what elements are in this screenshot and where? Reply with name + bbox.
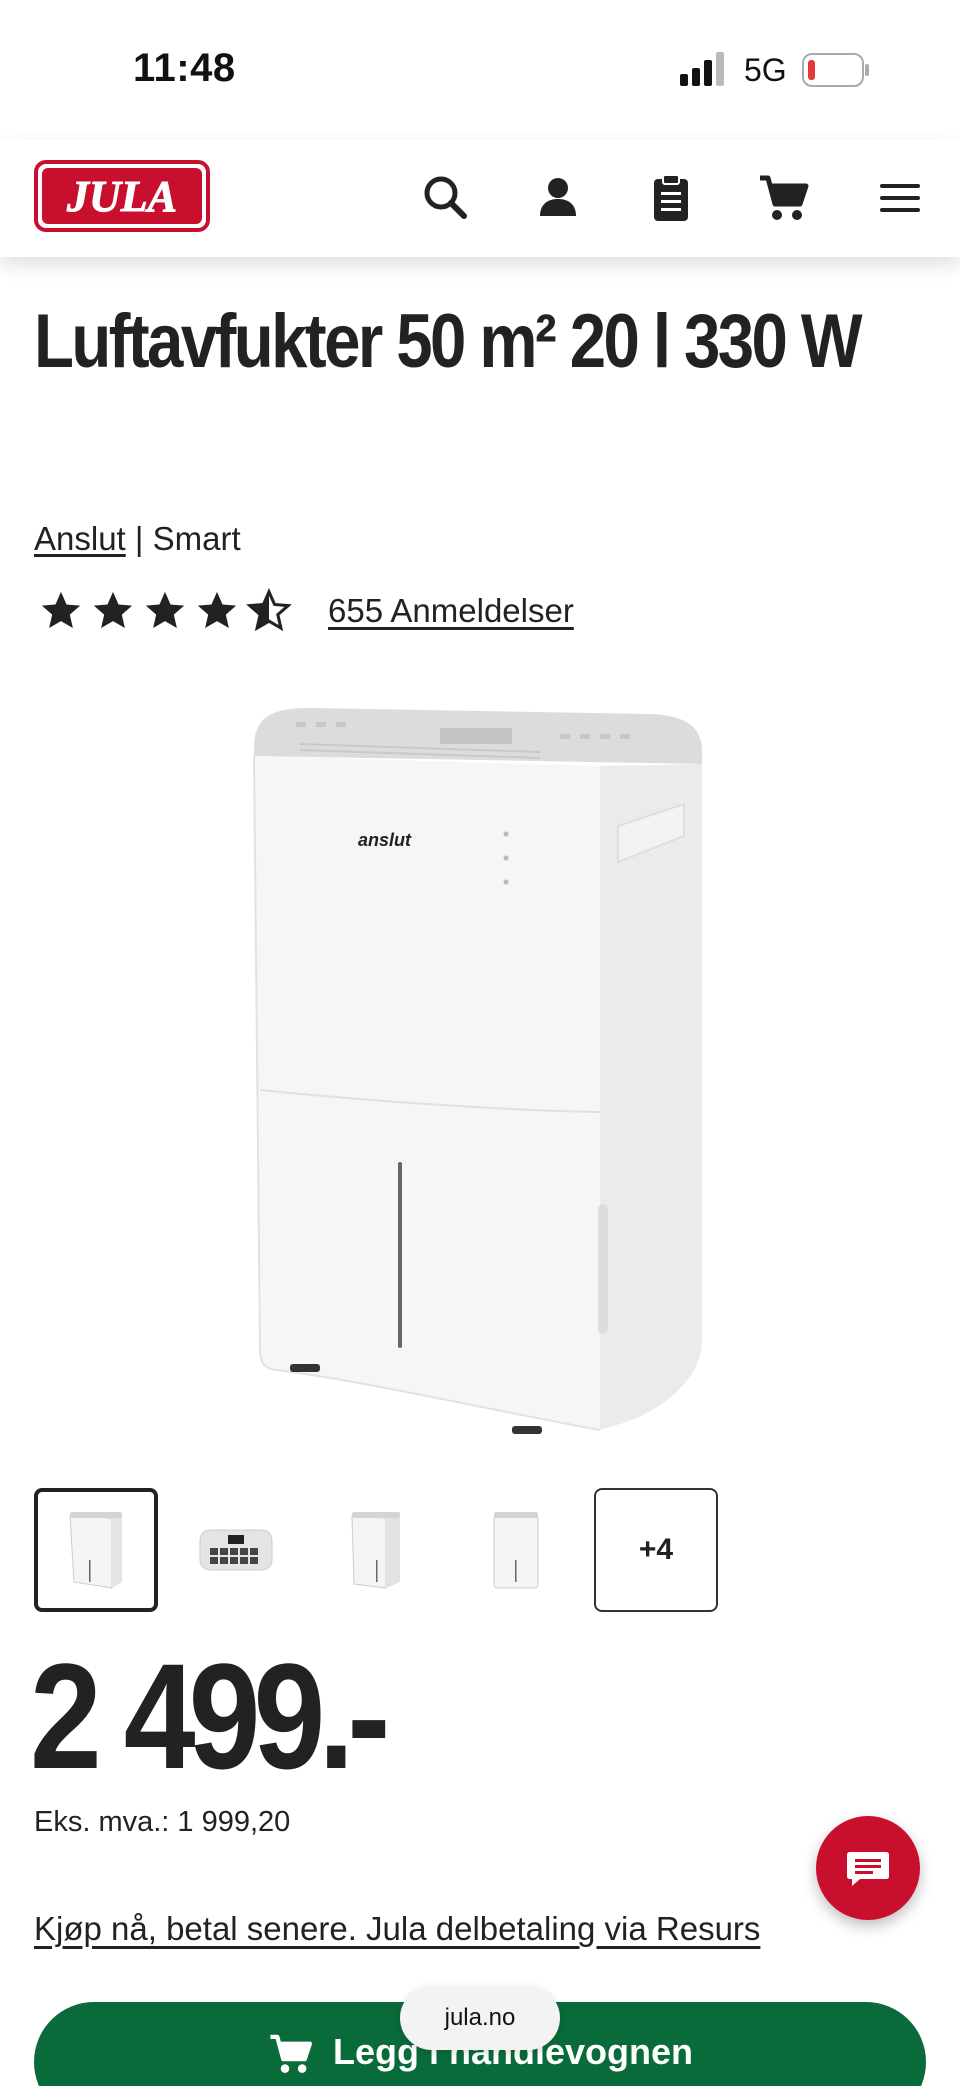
jula-logo[interactable]: JULA (34, 160, 210, 232)
star-icon (41, 591, 81, 629)
svg-text:JULA: JULA (66, 172, 177, 221)
cart-icon (270, 2034, 312, 2073)
signal-icon (680, 52, 724, 86)
account-icon[interactable] (530, 170, 586, 226)
reviews-link[interactable]: 655 Anmeldelser (328, 592, 574, 630)
price: 2 499.- (30, 1632, 390, 1800)
status-time: 11:48 (133, 46, 236, 90)
thumbnail-1[interactable] (34, 1488, 158, 1612)
brand-line: Anslut | Smart (34, 520, 241, 558)
price-ex-vat: Eks. mva.: 1 999,20 (34, 1806, 291, 1838)
device-brand-logo: anslut (358, 830, 412, 850)
status-bar: 11:48 5G (0, 0, 960, 140)
thumbnail-3[interactable] (314, 1488, 438, 1612)
search-icon[interactable] (418, 170, 474, 226)
thumbnail-2[interactable] (174, 1488, 298, 1612)
browser-url-pill[interactable]: jula.no (400, 1986, 560, 2050)
chat-icon (847, 1852, 889, 1886)
thumbnail-dehumidifier-front (69, 1512, 122, 1589)
thumbnail-4[interactable] (454, 1488, 578, 1612)
star-half-icon (246, 588, 292, 632)
chat-button[interactable] (816, 1816, 920, 1920)
brand-link[interactable]: Anslut (34, 520, 126, 557)
thumbnail-dehumidifier-straight (493, 1512, 539, 1589)
brand-separator: | (134, 520, 144, 557)
site-header: JULA (0, 140, 960, 257)
rating[interactable]: 655 Anmeldelser (38, 586, 574, 636)
product-image[interactable]: anslut (240, 700, 720, 1440)
product-series: Smart (152, 520, 241, 557)
star-icon (93, 591, 133, 629)
thumbnail-dehumidifier-angle (351, 1512, 400, 1589)
thumbnail-control-panel (199, 1529, 273, 1571)
thumbnail-more[interactable]: +4 (594, 1488, 718, 1612)
network-label: 5G (744, 52, 787, 88)
battery-icon (802, 53, 869, 87)
cart-icon[interactable] (756, 170, 812, 226)
finance-link[interactable]: Kjøp nå, betal senere. Jula delbetaling … (34, 1910, 760, 1948)
product-title: Luftavfukter 50 m² 20 l 330 W (34, 299, 863, 384)
star-icon (197, 591, 237, 629)
star-icon (145, 591, 185, 629)
menu-icon[interactable] (872, 170, 928, 226)
clipboard-list-icon[interactable] (643, 170, 699, 226)
